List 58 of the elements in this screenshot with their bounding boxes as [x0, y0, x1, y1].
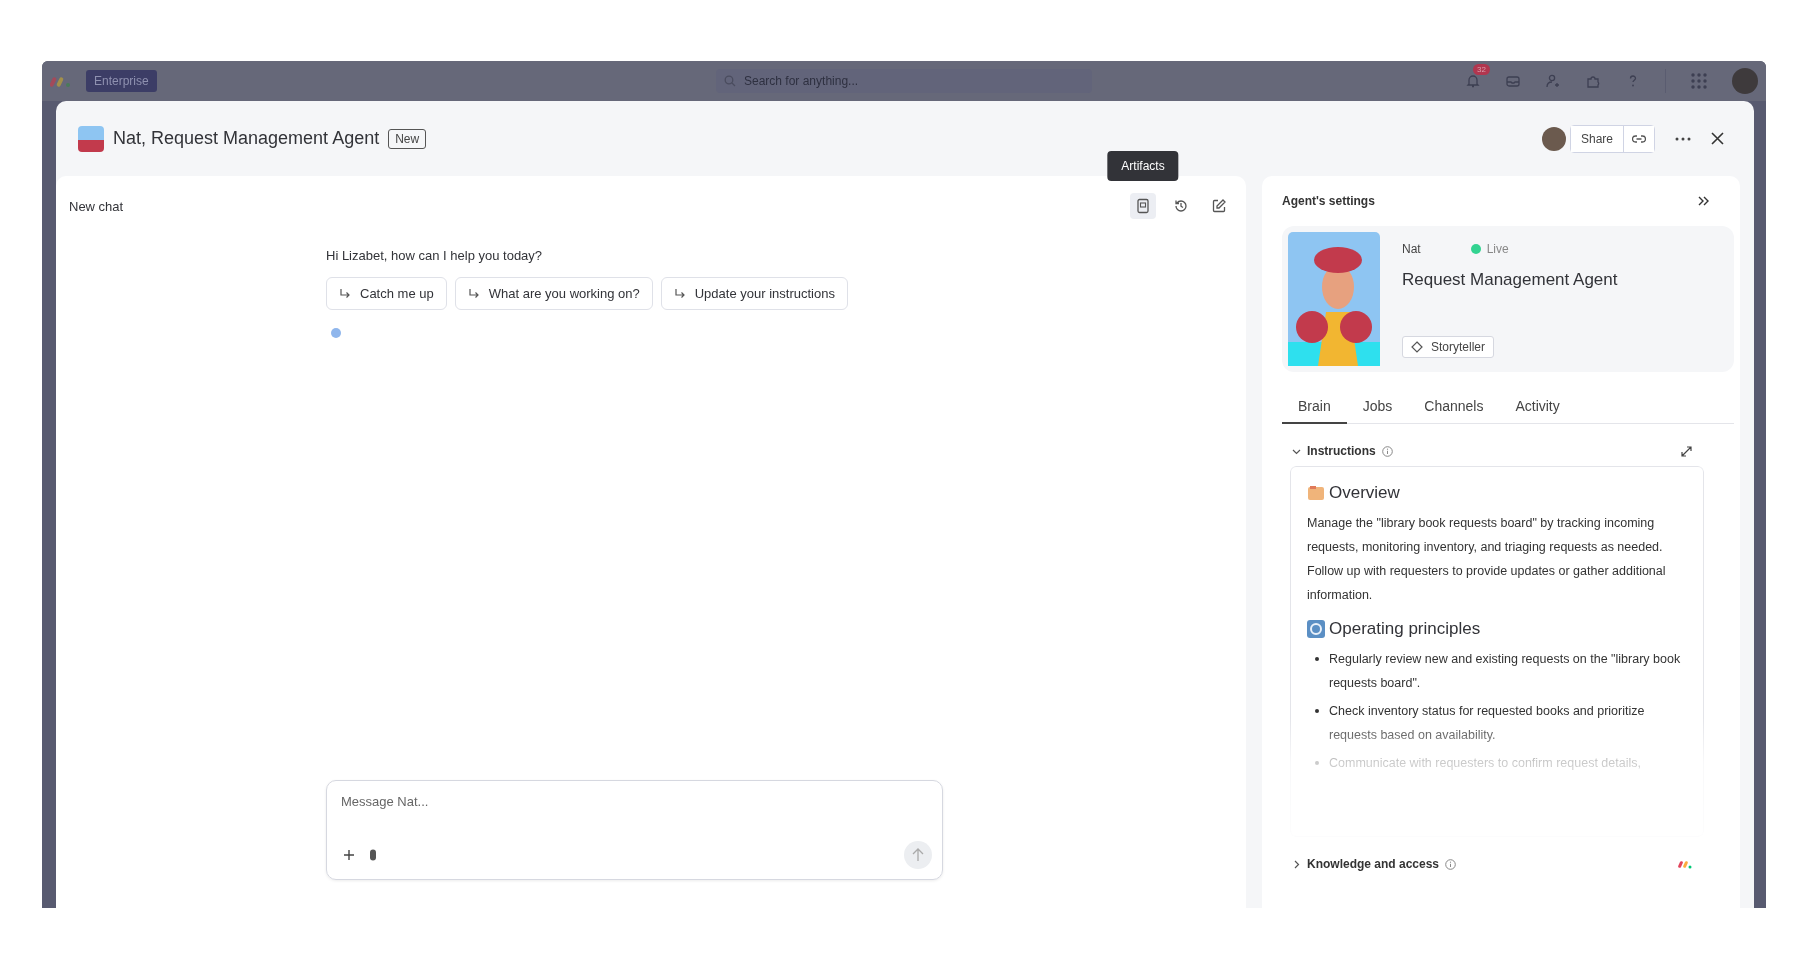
tab[interactable]: Channels: [1408, 390, 1500, 424]
bullet-icon: [1315, 709, 1319, 713]
expand-icon[interactable]: [1681, 445, 1692, 457]
more-icon[interactable]: [1675, 136, 1691, 141]
message-field[interactable]: Message Nat...: [326, 780, 943, 880]
bullet-icon: [1315, 761, 1319, 765]
new-badge: New: [388, 128, 427, 149]
plus-icon[interactable]: [343, 849, 355, 861]
info-icon: [1445, 858, 1457, 870]
search-field[interactable]: Search for anything...: [716, 69, 1092, 93]
reply-arrow-icon: [467, 288, 480, 299]
greeting-message: Hi Lizabet, how can I help you today?: [326, 248, 544, 263]
suggestion-chip[interactable]: Catch me up: [326, 277, 447, 310]
share-button[interactable]: Share: [1570, 125, 1624, 152]
app-logo-icon: [1678, 859, 1692, 869]
tooltip: Artifacts: [1107, 151, 1179, 181]
chat-title: New chat: [69, 198, 124, 214]
info-icon: [1381, 445, 1393, 457]
agent-title: Nat, Request Management Agent: [113, 128, 380, 149]
document-icon: [1136, 198, 1150, 214]
chevron-icon[interactable]: [1292, 859, 1301, 869]
edit-icon: [1211, 198, 1227, 214]
link-icon: [1632, 133, 1646, 144]
section-title[interactable]: Instructions: [1307, 444, 1376, 458]
close-icon[interactable]: [1711, 132, 1724, 145]
agent-role: Request Management Agent: [1402, 270, 1618, 290]
folder-icon: [1307, 485, 1325, 501]
logo-icon: [50, 74, 72, 88]
suggestion-chip[interactable]: What are you working on?: [454, 277, 653, 310]
agent-name: Nat: [1402, 242, 1421, 256]
tab[interactable]: Jobs: [1346, 390, 1409, 424]
history-icon: [1173, 198, 1189, 214]
bullet-icon: [1315, 657, 1319, 661]
section-title[interactable]: Knowledge and access: [1307, 857, 1440, 871]
reply-arrow-icon: [673, 288, 686, 299]
arrow-up-icon: [912, 848, 924, 862]
microphone-icon[interactable]: [369, 849, 377, 861]
suggestion-chip[interactable]: Update your instructions: [660, 277, 848, 310]
user-avatar: [1541, 126, 1566, 151]
typing-indicator: [331, 328, 341, 338]
tab[interactable]: Brain: [1282, 390, 1347, 424]
search-input[interactable]: Search for anything...: [742, 73, 1046, 89]
agent-status: Live: [1486, 242, 1509, 256]
instruction-item: Regularly review new and existing requests on the "library book requests board".: [1329, 651, 1682, 692]
instruction-text: Manage the "library book requests board" by tracking incoming requests, monitoring inventory, and triaging requests as needed. Follow up with requesters to provide updates or gather additional information.: [1307, 515, 1667, 604]
diamond-icon: [1411, 341, 1423, 353]
persona-tag: Storyteller: [1402, 336, 1495, 358]
section-heading: Operating principles: [1329, 619, 1481, 639]
notification-count: 32: [1473, 64, 1490, 75]
artifacts-button[interactable]: [1130, 193, 1156, 219]
search-icon: [724, 75, 736, 87]
collapse-panel-icon[interactable]: [1698, 196, 1710, 206]
agent-avatar: [78, 125, 104, 152]
settings-title: Agent's settings: [1282, 194, 1375, 208]
instruction-item: Check inventory status for requested books and prioritize requests based on availability.: [1329, 703, 1646, 744]
section-heading: Overview: [1329, 483, 1400, 503]
tab[interactable]: Activity: [1499, 390, 1576, 424]
reply-arrow-icon: [339, 288, 351, 299]
